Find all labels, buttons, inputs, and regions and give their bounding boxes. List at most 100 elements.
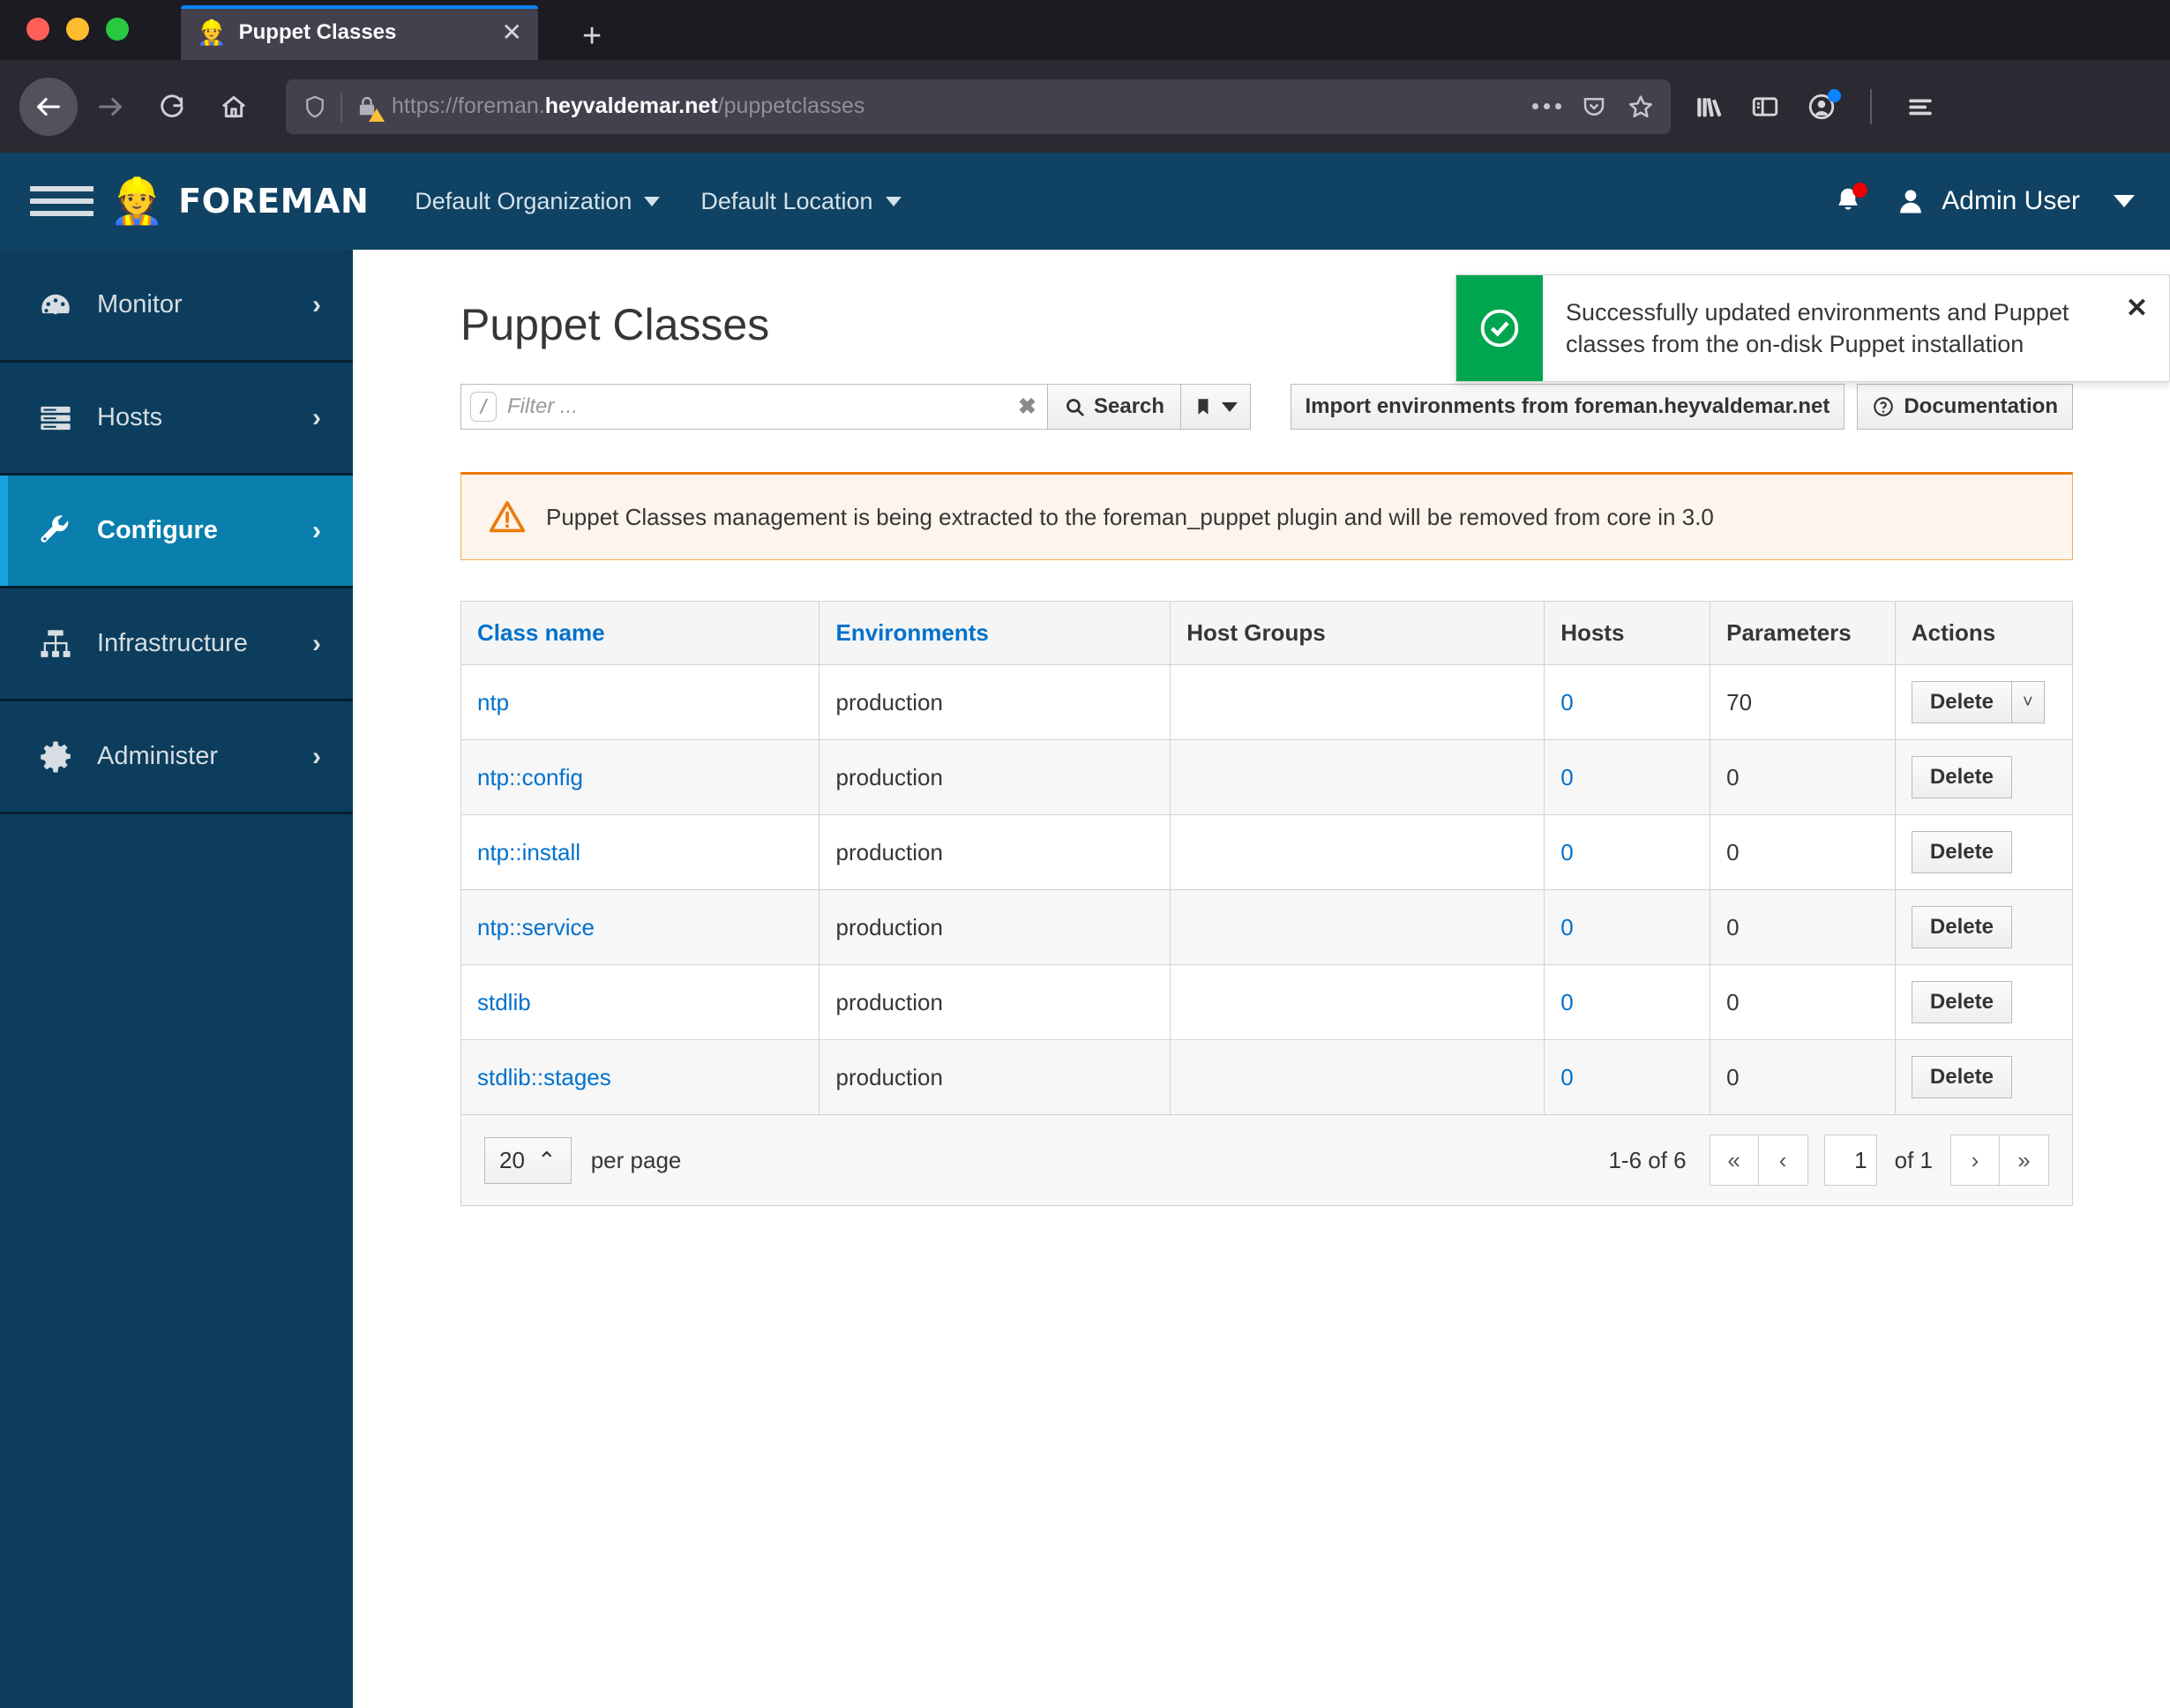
- sitemap-icon: [37, 626, 90, 663]
- sidebar-item-label: Infrastructure: [97, 629, 248, 657]
- address-bar[interactable]: https://foreman.heyvaldemar.net/puppetcl…: [286, 79, 1671, 134]
- chevron-right-icon: ›: [312, 741, 321, 771]
- divider: [1870, 88, 1872, 124]
- hosts-link[interactable]: 0: [1560, 989, 1573, 1015]
- search-button-label: Search: [1094, 394, 1165, 418]
- environments-cell: production: [819, 739, 1171, 815]
- class-name-link[interactable]: ntp::install: [477, 839, 580, 865]
- close-icon[interactable]: ✕: [2126, 293, 2148, 324]
- avatar: [1900, 190, 1922, 214]
- column-header-hosts: Hosts: [1544, 601, 1711, 665]
- host-groups-cell: [1170, 814, 1545, 890]
- close-icon[interactable]: ✕: [502, 20, 522, 45]
- app-menu-icon[interactable]: [1905, 92, 1935, 122]
- class-name-link[interactable]: ntp: [477, 689, 509, 715]
- chevron-down-icon[interactable]: ˅: [2011, 681, 2045, 723]
- column-header-actions: Actions: [1894, 601, 2074, 665]
- last-page-button[interactable]: »: [2000, 1135, 2049, 1186]
- host-groups-cell: [1170, 664, 1545, 740]
- delete-button[interactable]: Delete: [1911, 981, 2012, 1023]
- delete-button[interactable]: Delete: [1911, 1056, 2012, 1098]
- sidebar-item-monitor[interactable]: Monitor ›: [0, 250, 353, 363]
- organization-selector[interactable]: Default Organization: [415, 188, 661, 215]
- help-circle-icon: [1874, 397, 1894, 416]
- warning-badge-icon: [369, 108, 385, 122]
- browser-titlebar: 👷 Puppet Classes ✕ +: [0, 0, 2170, 60]
- search-input[interactable]: / Filter ... ✖: [460, 384, 1047, 430]
- search-button[interactable]: Search: [1047, 384, 1182, 430]
- library-icon[interactable]: [1694, 92, 1724, 122]
- search-placeholder: Filter ...: [507, 394, 579, 418]
- sidebar-item-hosts[interactable]: Hosts ›: [0, 363, 353, 476]
- class-name-link[interactable]: stdlib: [477, 989, 531, 1015]
- first-page-button[interactable]: «: [1709, 1135, 1759, 1186]
- previous-page-button[interactable]: ‹: [1758, 1135, 1808, 1186]
- forward-icon[interactable]: [81, 78, 139, 136]
- per-page-value: 20: [499, 1146, 525, 1173]
- brand-logo[interactable]: 👷 FOREMAN: [109, 179, 369, 223]
- bookmark-star-icon[interactable]: [1627, 93, 1655, 121]
- parameters-cell: 70: [1710, 664, 1896, 740]
- environments-cell: production: [819, 814, 1171, 890]
- close-window-button[interactable]: [26, 18, 49, 41]
- deprecation-alert: Puppet Classes management is being extra…: [460, 472, 2073, 560]
- chevron-down-icon: [644, 196, 661, 206]
- delete-button[interactable]: Delete: [1911, 831, 2012, 873]
- user-menu[interactable]: Admin User: [1894, 184, 2135, 218]
- class-name-link[interactable]: ntp::config: [477, 764, 583, 790]
- insecure-lock-icon[interactable]: [355, 94, 385, 122]
- import-environments-button[interactable]: Import environments from foreman.heyvald…: [1290, 384, 1845, 430]
- class-name-link[interactable]: ntp::service: [477, 914, 595, 940]
- hosts-link[interactable]: 0: [1560, 764, 1573, 790]
- column-header-environments[interactable]: Environments: [819, 601, 1171, 665]
- bookmark-dropdown-button[interactable]: [1181, 384, 1252, 430]
- account-icon[interactable]: [1807, 88, 1841, 122]
- column-header-class-name[interactable]: Class name: [460, 601, 820, 665]
- hosts-link[interactable]: 0: [1560, 689, 1573, 715]
- new-tab-button[interactable]: +: [582, 19, 602, 53]
- documentation-button[interactable]: Documentation: [1857, 384, 2073, 430]
- reload-icon[interactable]: [143, 78, 201, 136]
- class-name-link[interactable]: stdlib::stages: [477, 1064, 611, 1090]
- tab-title: Puppet Classes: [238, 20, 397, 44]
- hosts-link[interactable]: 0: [1560, 914, 1573, 940]
- ellipsis-icon[interactable]: [1532, 103, 1561, 109]
- browser-tab[interactable]: 👷 Puppet Classes ✕: [181, 5, 538, 60]
- clear-search-icon[interactable]: ✖: [1018, 393, 1036, 420]
- total-pages-label: of 1: [1894, 1146, 1933, 1173]
- delete-button[interactable]: Delete: [1911, 681, 2012, 723]
- parameters-cell: 0: [1710, 739, 1896, 815]
- result-range-label: 1-6 of 6: [1608, 1146, 1687, 1173]
- wrench-icon: [37, 513, 90, 550]
- sidebar-item-infrastructure[interactable]: Infrastructure ›: [0, 588, 353, 701]
- chevron-up-icon: ⌃: [536, 1146, 557, 1173]
- page-number-input[interactable]: 1: [1823, 1135, 1877, 1186]
- sidebar-item-configure[interactable]: Configure ›: [0, 476, 353, 588]
- location-label: Default Location: [700, 187, 873, 214]
- delete-button[interactable]: Delete: [1911, 756, 2012, 798]
- delete-button[interactable]: Delete: [1911, 906, 2012, 948]
- column-header-host-groups: Host Groups: [1170, 601, 1545, 665]
- sidebar-item-administer[interactable]: Administer ›: [0, 701, 353, 814]
- maximize-window-button[interactable]: [106, 18, 129, 41]
- window-controls: [26, 18, 129, 41]
- host-groups-cell: [1170, 889, 1545, 965]
- notifications-button[interactable]: [1832, 183, 1868, 217]
- environments-cell: production: [819, 964, 1171, 1040]
- per-page-selector[interactable]: 20 ⌃: [484, 1136, 572, 1184]
- location-selector[interactable]: Default Location: [700, 187, 902, 215]
- pocket-icon[interactable]: [1581, 94, 1607, 120]
- sidebar-item-label: Configure: [97, 516, 218, 544]
- table-row: ntp::install production 0 0 Delete: [460, 814, 2074, 890]
- hosts-link[interactable]: 0: [1560, 1064, 1573, 1090]
- chevron-right-icon: ›: [312, 289, 321, 319]
- hosts-link[interactable]: 0: [1560, 839, 1573, 865]
- home-icon[interactable]: [205, 78, 263, 136]
- back-icon[interactable]: [19, 77, 78, 136]
- chevron-right-icon: ›: [312, 402, 321, 432]
- next-page-button[interactable]: ›: [1950, 1135, 2000, 1186]
- sidebar-icon[interactable]: [1750, 92, 1780, 122]
- hamburger-icon[interactable]: [30, 186, 94, 216]
- shield-icon[interactable]: [302, 94, 328, 120]
- minimize-window-button[interactable]: [66, 18, 89, 41]
